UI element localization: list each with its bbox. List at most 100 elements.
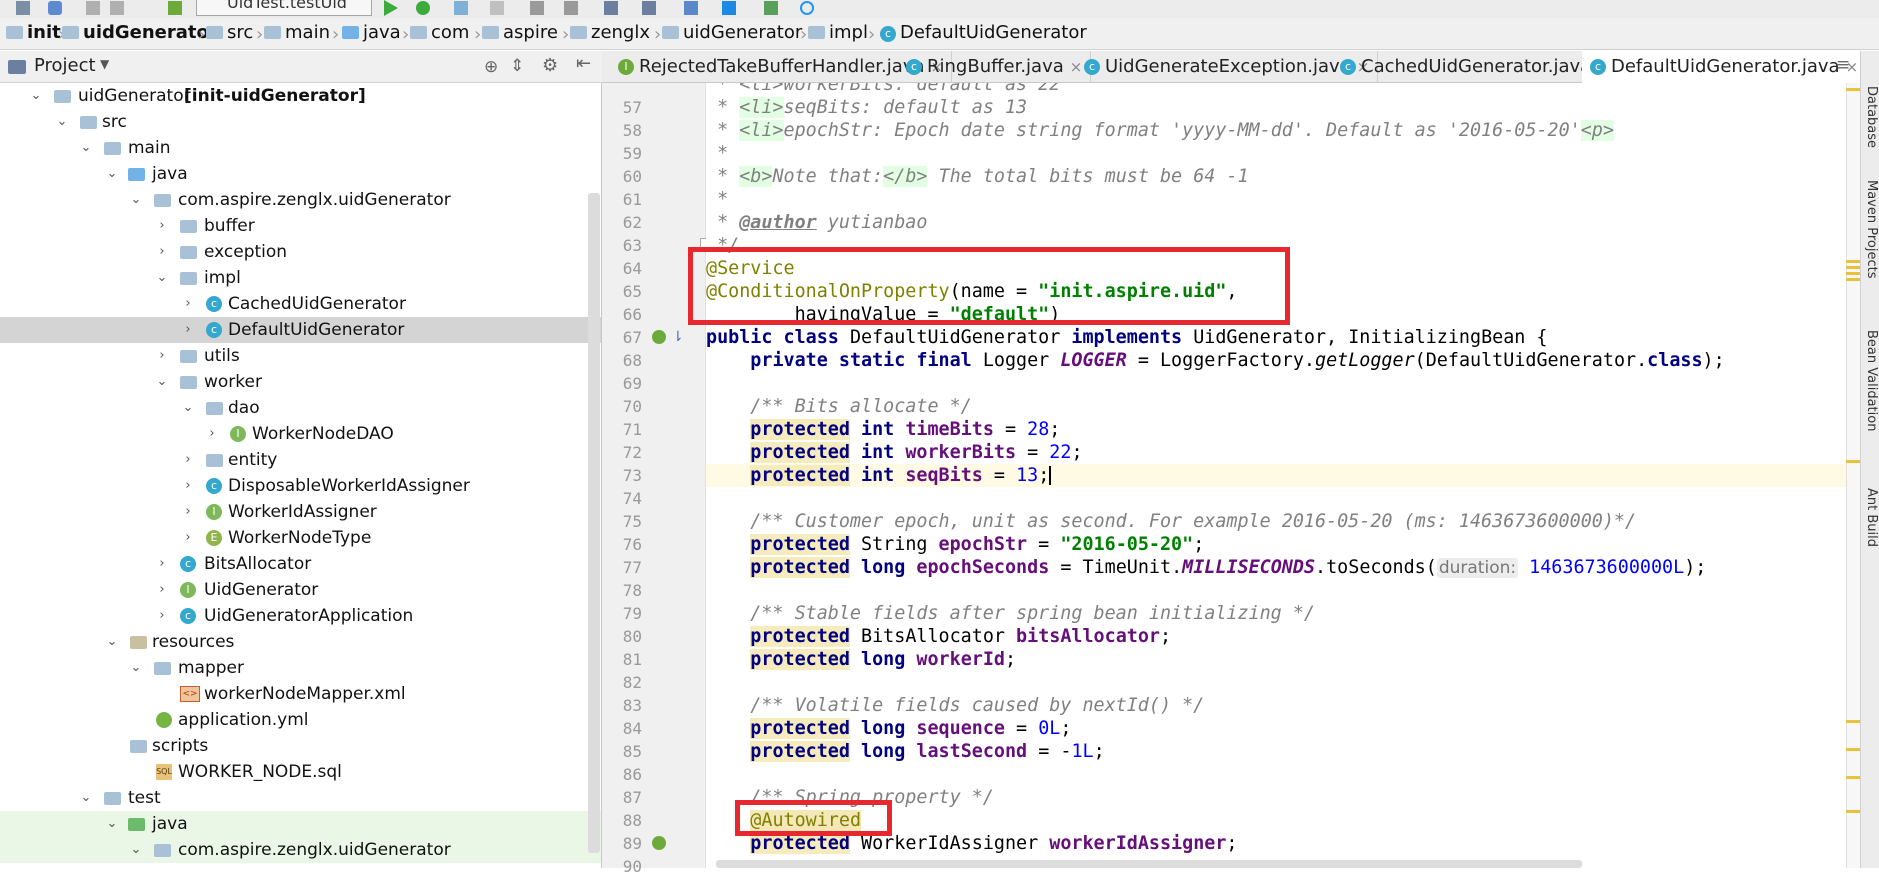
stop-icon[interactable] (490, 1, 504, 15)
tree-item[interactable]: ⌄ java (0, 161, 601, 187)
warning-marker[interactable] (1846, 272, 1860, 275)
build-project-icon[interactable] (530, 1, 544, 15)
chevron-right-icon[interactable]: › (182, 505, 194, 518)
warning-marker[interactable] (1846, 810, 1860, 813)
chart-icon[interactable] (764, 1, 778, 15)
breadcrumb-item[interactable]: aspire (482, 22, 558, 43)
settings-toolbar-icon[interactable] (642, 1, 656, 15)
breadcrumb-item[interactable]: main (264, 22, 330, 43)
chevron-down-icon[interactable]: ⌄ (130, 843, 142, 856)
tree-item[interactable]: › I WorkerNodeDAO (0, 421, 601, 447)
warning-marker[interactable] (1846, 460, 1860, 463)
chevron-down-icon[interactable]: ⌄ (80, 791, 92, 804)
sdk-icon[interactable] (564, 1, 578, 15)
breadcrumb-item[interactable]: com (410, 22, 469, 43)
tab-list-icon[interactable]: ≡ (1836, 55, 1850, 75)
chevron-down-icon[interactable]: ⌄ (156, 271, 168, 284)
tree-item[interactable]: › E WorkerNodeType (0, 525, 601, 551)
chevron-down-icon[interactable]: ▼ (100, 57, 109, 71)
tree-item[interactable]: ⌄ src (0, 109, 601, 135)
chevron-right-icon[interactable]: › (156, 245, 168, 258)
tree-item[interactable]: › c UidGeneratorApplication (0, 603, 601, 629)
warning-marker[interactable] (1846, 748, 1860, 751)
tree-item[interactable]: ⌄ impl (0, 265, 601, 291)
tree-item[interactable]: ⌄ uidGenerator [init-uidGenerator] (0, 83, 601, 109)
tree-item[interactable]: › c DisposableWorkerIdAssigner (0, 473, 601, 499)
chevron-right-icon[interactable]: › (156, 349, 168, 362)
locate-icon[interactable]: ⊕ (484, 57, 498, 77)
coverage-icon[interactable] (454, 1, 468, 15)
tab-cached-uid-generator[interactable]: cCachedUidGenerator.java× (1332, 51, 1619, 83)
maven-projects-tool-button[interactable]: Maven Projects (1864, 180, 1879, 279)
warning-marker[interactable] (1846, 720, 1860, 723)
breadcrumb-item[interactable]: uidGenerator (62, 22, 218, 43)
chevron-right-icon[interactable]: › (156, 219, 168, 232)
chevron-down-icon[interactable]: ⌄ (80, 141, 92, 154)
save-icon[interactable] (16, 1, 30, 15)
chevron-down-icon[interactable]: ⌄ (106, 635, 118, 648)
chevron-right-icon[interactable]: › (156, 557, 168, 570)
tab-ring-buffer[interactable]: c RingBuffer.java × (898, 51, 1092, 83)
warning-marker[interactable] (1846, 266, 1860, 269)
breadcrumb-item[interactable]: uidGenerator (662, 22, 802, 43)
breadcrumb-item[interactable]: init (6, 22, 61, 43)
tree-item[interactable]: ⌄ test (0, 785, 601, 811)
chevron-down-icon[interactable]: ⌄ (56, 115, 68, 128)
breadcrumb-item[interactable]: c DefaultUidGenerator (880, 22, 1087, 43)
debug-icon[interactable] (416, 1, 430, 15)
chevron-right-icon[interactable]: › (182, 323, 194, 336)
tree-item[interactable]: <> workerNodeMapper.xml (0, 681, 601, 707)
tree-item[interactable]: ⌄ main (0, 135, 601, 161)
chevron-right-icon[interactable]: › (182, 297, 194, 310)
implements-icon[interactable]: ⇂ (672, 330, 686, 344)
breadcrumb-item[interactable]: java (342, 22, 401, 43)
back-icon[interactable] (86, 1, 100, 15)
chevron-right-icon[interactable]: › (156, 609, 168, 622)
sync-icon[interactable] (48, 1, 62, 15)
tree-scrollbar[interactable] (588, 193, 600, 853)
breadcrumb-item[interactable]: zenglx (570, 22, 650, 43)
tree-item[interactable]: › I WorkerIdAssigner (0, 499, 601, 525)
tree-item[interactable]: ⌄ com.aspire.zenglx.uidGenerator (0, 837, 601, 863)
forward-icon[interactable] (110, 1, 124, 15)
code-editor[interactable]: * <li>workerBits: default as 22 * <li>se… (706, 83, 1846, 868)
run-icon[interactable] (384, 0, 398, 16)
chevron-down-icon[interactable]: ⌄ (106, 817, 118, 830)
chevron-down-icon[interactable]: ⌄ (182, 401, 194, 414)
tree-item[interactable]: ⌄ mapper (0, 655, 601, 681)
chevron-down-icon[interactable]: ⌄ (30, 89, 42, 102)
tree-item[interactable]: ⌄ worker (0, 369, 601, 395)
warning-marker[interactable] (1846, 260, 1860, 263)
tree-item[interactable]: application.yml (0, 707, 601, 733)
database-tool-button[interactable]: Database (1864, 86, 1879, 148)
jrebel-icon[interactable] (722, 1, 736, 15)
terminal-icon[interactable] (684, 1, 698, 15)
warning-marker[interactable] (1846, 776, 1860, 779)
tree-item[interactable]: ⌄scripts (0, 733, 601, 759)
breadcrumb-item[interactable]: src (206, 22, 253, 43)
tree-item[interactable]: › I UidGenerator (0, 577, 601, 603)
tree-item-selected[interactable]: › c DefaultUidGenerator (0, 317, 601, 343)
tree-item[interactable]: ⌄ resources (0, 629, 601, 655)
warning-marker[interactable] (1846, 88, 1860, 91)
tab-default-uid-generator[interactable]: c DefaultUidGenerator.java × (1582, 51, 1868, 83)
chevron-down-icon[interactable]: ⌄ (130, 661, 142, 674)
project-structure-icon[interactable] (604, 1, 618, 15)
bean-validation-tool-button[interactable]: Bean Validation (1864, 330, 1879, 431)
tree-item[interactable]: › c BitsAllocator (0, 551, 601, 577)
tree-item[interactable]: › exception (0, 239, 601, 265)
warning-marker[interactable] (1846, 278, 1860, 281)
chevron-right-icon[interactable]: › (182, 479, 194, 492)
project-view-title[interactable]: Project (34, 55, 96, 76)
tree-item[interactable]: SQL WORKER_NODE.sql (0, 759, 601, 785)
chevron-down-icon[interactable]: ⌄ (106, 167, 118, 180)
chevron-right-icon[interactable]: › (182, 453, 194, 466)
chevron-right-icon[interactable]: › (182, 531, 194, 544)
tree-item[interactable]: › utils (0, 343, 601, 369)
autowired-icon[interactable] (652, 836, 666, 850)
tree-item[interactable]: ⌄ java (0, 811, 601, 837)
hide-panel-icon[interactable]: ⇤ (576, 53, 591, 74)
run-configuration-select[interactable]: UidTest.testUid (196, 0, 372, 16)
tree-item[interactable]: › buffer (0, 213, 601, 239)
breadcrumb-item[interactable]: impl (808, 22, 868, 43)
